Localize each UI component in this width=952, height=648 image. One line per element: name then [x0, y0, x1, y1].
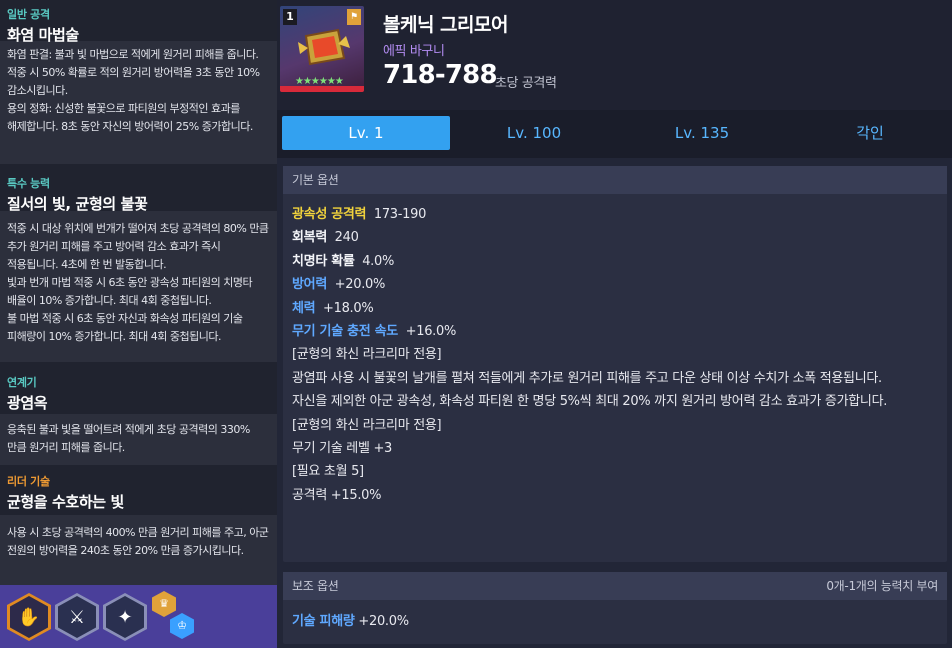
skill-normal-attack: 일반 공격 화염 마법술 화염 판결: 불과 빛 마법으로 적에게 원거리 피해… [0, 0, 277, 164]
skill-description: 응축된 불과 빛을 떨어트려 적에게 초당 공격력의 330% 만큼 원거리 피… [0, 414, 277, 465]
skill-type: 연계기 [7, 376, 37, 389]
fire-hand-glyph: ✋ [17, 606, 41, 628]
skill-header: 리더 기술 균형을 수호하는 빛 [0, 465, 277, 515]
option-value: [균형의 화신 라크리마 전용] [292, 417, 442, 433]
tab-lv-135[interactable]: Lv. 135 [618, 116, 786, 150]
tab-engrave[interactable]: 각인 [786, 116, 952, 150]
option-line: [필요 초월 5] [292, 460, 938, 483]
weapon-panel: 1 ⚑ ★★★★★★ 볼케닉 그리모어 에픽 바구니 718-788 초당 공격… [277, 0, 952, 648]
skill-title: 광염옥 [7, 394, 48, 412]
option-value: 무기 기술 레벨 +3 [292, 441, 393, 457]
option-value: 173-190 [373, 207, 427, 222]
skill-icon-bar: ✋ ⚔ ✦ ♛ ♔ [0, 585, 277, 648]
skill-header: 일반 공격 화염 마법술 [0, 0, 277, 44]
option-key: 회복력 [292, 230, 327, 246]
sub-option-line: 기술 피해량 +20.0% [283, 600, 947, 633]
sub-options-count: 0개-1개의 능력치 부여 [826, 579, 938, 593]
option-key: 기술 피해량 [292, 614, 355, 629]
option-value: 광염파 사용 시 불꽃의 날개를 펼쳐 적들에게 추가로 원거리 피해를 주고 … [292, 370, 882, 386]
weapon-portrait: 1 ⚑ ★★★★★★ [280, 6, 364, 92]
tab-lv-1[interactable]: Lv. 1 [282, 116, 450, 150]
gold-crown-icon: ♛ [152, 591, 176, 617]
skill-description: 사용 시 초당 공격력의 400% 만큼 원거리 피해를 주고, 아군 전원의 … [0, 515, 277, 585]
skill-description: 화염 판결: 불과 빛 마법으로 적에게 원거리 피해를 줍니다. 적중 시 5… [0, 41, 277, 164]
option-line: 회복력 240 [292, 226, 938, 249]
skill-type: 특수 능력 [7, 177, 50, 190]
option-value: +16.0% [405, 324, 457, 340]
option-line: 자신을 제외한 아군 광속성, 화속성 파티원 한 명당 5%씩 최대 20% … [292, 390, 938, 413]
option-value: [필요 초월 5] [292, 464, 364, 480]
sword-icon[interactable]: ⚔ [55, 593, 99, 641]
option-line: [균형의 화신 라크리마 전용] [292, 414, 938, 437]
basic-options-list: 광속성 공격력 173-190 회복력 240 치명타 확률 4.0% 방어력 +20… [283, 194, 947, 507]
option-key: 체력 [292, 300, 316, 316]
skill-type: 리더 기술 [7, 475, 50, 488]
skill-panel: 일반 공격 화염 마법술 화염 판결: 불과 빛 마법으로 적에게 원거리 피해… [0, 0, 277, 648]
sub-options-title: 보조 옵션 [292, 579, 339, 593]
skill-description: 적중 시 대상 위치에 번개가 떨어져 초당 공격력의 80% 만큼 추가 원거… [0, 211, 277, 362]
option-key: 광속성 공격력 [292, 207, 367, 222]
option-value: +20.0% [358, 614, 409, 629]
fire-hand-icon[interactable]: ✋ [7, 593, 51, 641]
option-value: 4.0% [362, 253, 395, 269]
option-value: 공격력 +15.0% [292, 487, 382, 503]
weapon-attack: 718-788 [383, 60, 498, 90]
weapon-grade: 에픽 바구니 [383, 44, 445, 59]
weapon-attack-label: 초당 공격력 [495, 76, 557, 91]
option-line: [균형의 화신 라크리마 전용] [292, 343, 938, 366]
level-tabs: Lv. 1 Lv. 100 Lv. 135 각인 [277, 110, 952, 158]
skill-header: 특수 능력 질서의 빛, 균형의 불꽃 [0, 164, 277, 213]
weapon-header: 1 ⚑ ★★★★★★ 볼케닉 그리모어 에픽 바구니 718-788 초당 공격… [277, 0, 952, 110]
basic-options-header: 기본 옵션 [283, 166, 947, 194]
option-line: 광염파 사용 시 불꽃의 날개를 펼쳐 적들에게 추가로 원거리 피해를 주고 … [292, 367, 938, 390]
option-line: 무기 기술 레벨 +3 [292, 437, 938, 460]
skill-title: 균형을 수호하는 빛 [7, 493, 124, 511]
option-line: 체력 +18.0% [292, 297, 938, 320]
sparkle-glyph: ✦ [117, 606, 133, 628]
skill-desc-text: 화염 판결: 불과 빛 마법으로 적에게 원거리 피해를 줍니다. 적중 시 5… [7, 48, 260, 133]
skill-desc-text: 적중 시 대상 위치에 번개가 떨어져 초당 공격력의 80% 만큼 추가 원거… [7, 222, 269, 343]
option-line: 광속성 공격력 173-190 [292, 203, 938, 226]
option-line: 방어력 +20.0% [292, 273, 938, 296]
sword-glyph: ⚔ [68, 606, 86, 628]
sub-options-header: 보조 옵션 0개-1개의 능력치 부여 [283, 572, 947, 600]
option-key: 무기 기술 충전 속도 [292, 324, 398, 340]
skill-leader: 리더 기술 균형을 수호하는 빛 사용 시 초당 공격력의 400% 만큼 원거… [0, 465, 277, 585]
option-line: 무기 기술 충전 속도 +16.0% [292, 320, 938, 343]
blue-crown-icon: ♔ [170, 613, 194, 639]
option-value: 240 [334, 230, 359, 246]
skill-special: 특수 능력 질서의 빛, 균형의 불꽃 적중 시 대상 위치에 번개가 떨어져 … [0, 164, 277, 362]
sparkle-icon[interactable]: ✦ [103, 593, 147, 641]
option-key: 치명타 확률 [292, 253, 355, 269]
sub-options-box: 보조 옵션 0개-1개의 능력치 부여 기술 피해량 +20.0% [283, 572, 947, 644]
basic-options-box: 기본 옵션 광속성 공격력 173-190 회복력 240 치명타 확률 4.0% 방… [283, 166, 947, 562]
skill-header: 연계기 광염옥 [0, 362, 277, 414]
skill-desc-text: 응축된 불과 빛을 떨어트려 적에게 초당 공격력의 330% 만큼 원거리 피… [7, 423, 250, 454]
option-value: +18.0% [323, 300, 374, 316]
weapon-name: 볼케닉 그리모어 [383, 14, 508, 36]
tab-lv-100[interactable]: Lv. 100 [450, 116, 618, 150]
skill-desc-text: 사용 시 초당 공격력의 400% 만큼 원거리 피해를 주고, 아군 전원의 … [7, 526, 269, 557]
option-value: 자신을 제외한 아군 광속성, 화속성 파티원 한 명당 5%씩 최대 20% … [292, 394, 888, 410]
option-line: 치명타 확률 4.0% [292, 250, 938, 273]
option-value: +20.0% [334, 277, 386, 293]
option-value: [균형의 화신 라크리마 전용] [292, 347, 442, 363]
option-key: 방어력 [292, 277, 327, 293]
portrait-frame-bar [280, 86, 364, 92]
skill-combo: 연계기 광염옥 응축된 불과 빛을 떨어트려 적에게 초당 공격력의 330% … [0, 362, 277, 465]
option-line: 공격력 +15.0% [292, 484, 938, 507]
skill-type: 일반 공격 [7, 8, 50, 21]
chain-badge-icon[interactable]: ♛ ♔ [152, 591, 198, 641]
